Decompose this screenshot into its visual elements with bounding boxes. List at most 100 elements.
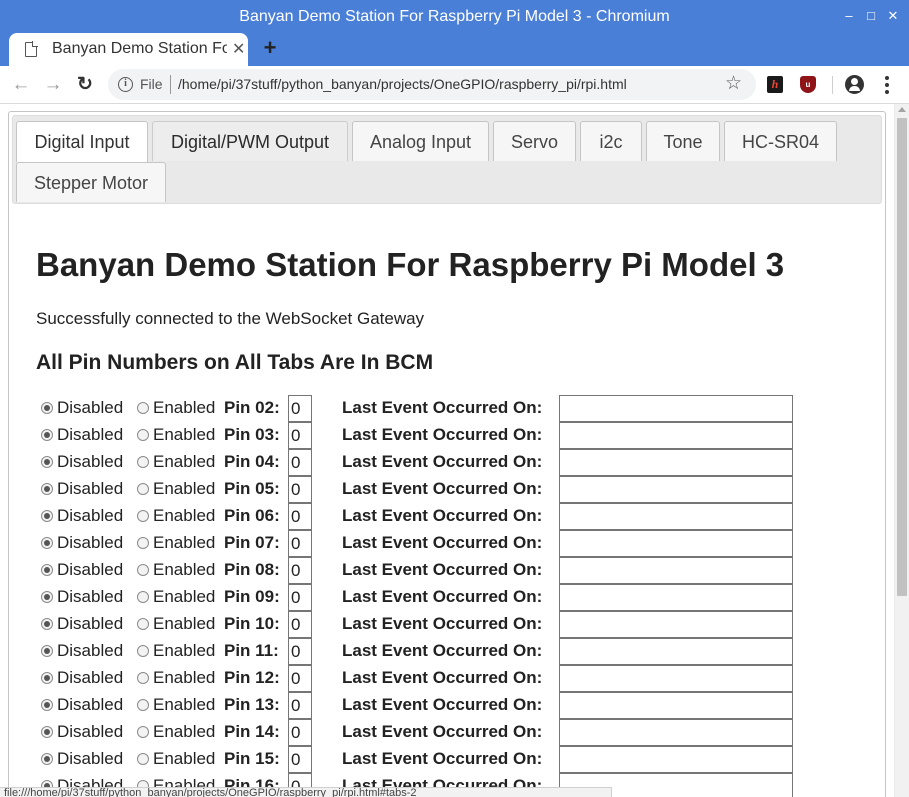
section-heading: All Pin Numbers on All Tabs Are In BCM [36, 351, 434, 374]
close-window-icon[interactable]: ✕ [882, 6, 904, 26]
pin-value-field[interactable]: 0 [288, 422, 312, 449]
enabled-radio[interactable] [137, 537, 149, 549]
last-event-field[interactable] [559, 530, 793, 557]
disabled-radio[interactable] [41, 483, 53, 495]
disabled-radio[interactable] [41, 510, 53, 522]
tab-hc-sr04[interactable]: HC-SR04 [724, 121, 837, 161]
pin-value-field[interactable]: 0 [288, 530, 312, 557]
disabled-radio[interactable] [41, 618, 53, 630]
disabled-radio[interactable] [41, 591, 53, 603]
enabled-label: Enabled [153, 452, 216, 471]
disabled-radio[interactable] [41, 672, 53, 684]
bookmark-star-icon[interactable]: ☆ [725, 72, 742, 95]
tab-tone[interactable]: Tone [646, 121, 720, 161]
browser-toolbar: ← → ↻ i File /home/pi/37stuff/python_ban… [0, 66, 909, 104]
extension-h-icon[interactable]: h [767, 76, 783, 93]
enabled-radio[interactable] [137, 510, 149, 522]
last-event-field[interactable] [559, 503, 793, 530]
disabled-radio[interactable] [41, 537, 53, 549]
disabled-radio[interactable] [41, 402, 53, 414]
enabled-radio[interactable] [137, 753, 149, 765]
forward-icon[interactable]: → [40, 72, 66, 98]
enabled-radio[interactable] [137, 645, 149, 657]
pin-value-field[interactable]: 0 [288, 692, 312, 719]
pin-value-field[interactable]: 0 [288, 503, 312, 530]
pin-value-field[interactable]: 0 [288, 584, 312, 611]
enabled-radio[interactable] [137, 402, 149, 414]
url-text[interactable]: /home/pi/37stuff/python_banyan/projects/… [178, 76, 627, 92]
tab-digital-input[interactable]: Digital Input [16, 121, 148, 162]
divider [832, 76, 833, 94]
last-event-label: Last Event Occurred On: [342, 668, 543, 687]
scrollbar-thumb[interactable] [897, 118, 907, 596]
tab-digital-pwm-output[interactable]: Digital/PWM Output [152, 121, 348, 161]
last-event-field[interactable] [559, 422, 793, 449]
last-event-label: Last Event Occurred On: [342, 614, 543, 633]
tab-i2c[interactable]: i2c [580, 121, 642, 161]
disabled-radio[interactable] [41, 429, 53, 441]
new-tab-button[interactable]: + [258, 37, 282, 61]
disabled-radio[interactable] [41, 753, 53, 765]
last-event-field[interactable] [559, 719, 793, 746]
last-event-label: Last Event Occurred On: [342, 425, 543, 444]
back-icon[interactable]: ← [8, 72, 34, 98]
pin-value-field[interactable]: 0 [288, 638, 312, 665]
enabled-label: Enabled [153, 695, 216, 714]
maximize-icon[interactable]: □ [860, 6, 882, 26]
enabled-radio[interactable] [137, 699, 149, 711]
pin-value-field[interactable]: 0 [288, 557, 312, 584]
minimize-icon[interactable]: – [838, 6, 860, 26]
pin-value-field[interactable]: 0 [288, 719, 312, 746]
tab-stepper-motor[interactable]: Stepper Motor [16, 162, 166, 202]
vertical-scrollbar[interactable] [894, 104, 909, 797]
info-icon[interactable]: i [118, 77, 133, 92]
ublock-icon[interactable]: u [800, 76, 816, 93]
disabled-label: Disabled [57, 533, 124, 552]
disabled-radio[interactable] [41, 456, 53, 468]
window-title-bar: Banyan Demo Station For Raspberry Pi Mod… [0, 0, 909, 33]
enabled-radio[interactable] [137, 591, 149, 603]
last-event-field[interactable] [559, 746, 793, 773]
address-bar[interactable]: i File /home/pi/37stuff/python_banyan/pr… [108, 69, 756, 100]
reload-icon[interactable]: ↻ [72, 72, 98, 98]
pin-label: Pin 14: [224, 722, 280, 741]
disabled-label: Disabled [57, 722, 124, 741]
scroll-up-icon[interactable] [898, 107, 906, 112]
last-event-field[interactable] [559, 476, 793, 503]
enabled-radio[interactable] [137, 564, 149, 576]
browser-tab[interactable]: Banyan Demo Station Fo ✕ [9, 33, 248, 66]
pin-value-field[interactable]: 0 [288, 746, 312, 773]
disabled-radio[interactable] [41, 699, 53, 711]
pin-value-field[interactable]: 0 [288, 476, 312, 503]
close-tab-icon[interactable]: ✕ [232, 39, 245, 59]
enabled-radio[interactable] [137, 483, 149, 495]
enabled-radio[interactable] [137, 456, 149, 468]
last-event-field[interactable] [559, 449, 793, 476]
pin-row: Disabled Enabled Pin 06: 0 Last Event Occurr… [36, 503, 796, 530]
menu-icon[interactable] [880, 74, 894, 96]
last-event-field[interactable] [559, 692, 793, 719]
disabled-radio[interactable] [41, 726, 53, 738]
last-event-field[interactable] [559, 584, 793, 611]
pin-value-field[interactable]: 0 [288, 449, 312, 476]
last-event-field[interactable] [559, 665, 793, 692]
tab-analog-input[interactable]: Analog Input [352, 121, 489, 161]
enabled-radio[interactable] [137, 726, 149, 738]
account-icon[interactable] [845, 75, 864, 94]
pin-value-field[interactable]: 0 [288, 611, 312, 638]
tab-servo[interactable]: Servo [493, 121, 576, 161]
pin-value-field[interactable]: 0 [288, 395, 312, 422]
enabled-radio[interactable] [137, 618, 149, 630]
disabled-label: Disabled [57, 560, 124, 579]
enabled-radio[interactable] [137, 672, 149, 684]
last-event-field[interactable] [559, 638, 793, 665]
last-event-field[interactable] [559, 395, 793, 422]
last-event-field[interactable] [559, 557, 793, 584]
disabled-radio[interactable] [41, 564, 53, 576]
disabled-radio[interactable] [41, 645, 53, 657]
pin-row: Disabled Enabled Pin 02: 0 Last Event Occurr… [36, 395, 796, 422]
enabled-radio[interactable] [137, 429, 149, 441]
disabled-label: Disabled [57, 614, 124, 633]
pin-value-field[interactable]: 0 [288, 665, 312, 692]
last-event-field[interactable] [559, 611, 793, 638]
